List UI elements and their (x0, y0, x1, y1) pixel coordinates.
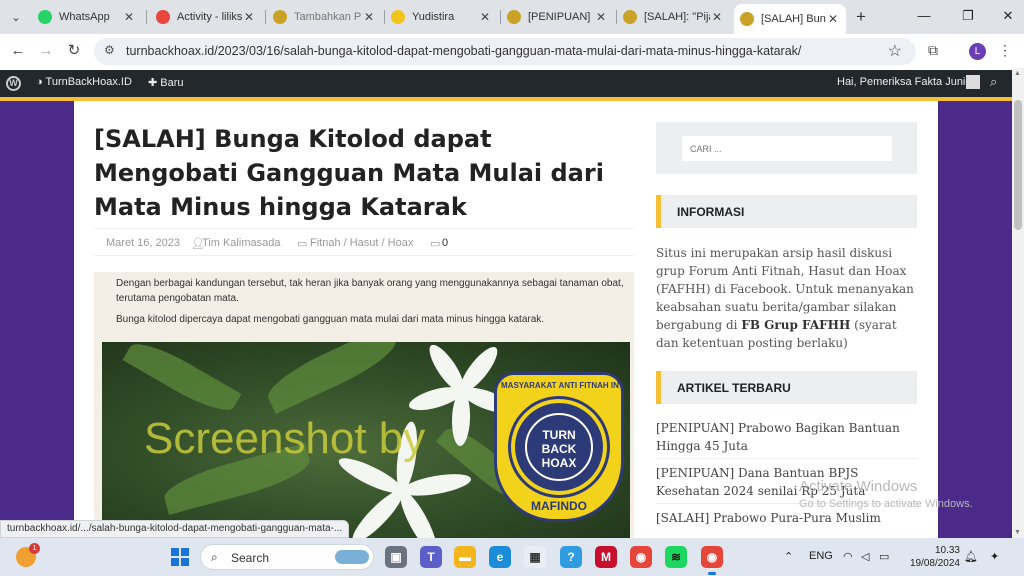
tab-salah-bunga-active[interactable]: [SALAH] Bung ✕ (734, 4, 846, 34)
tab-salah-pija[interactable]: [SALAH]: "Pija ✕ (617, 5, 730, 29)
notification-bell-icon[interactable]: 🔔︎ (964, 550, 978, 563)
post-date: Maret 16, 2023 (106, 237, 180, 249)
mafindo-favicon (507, 10, 521, 24)
windows-taskbar: 1 ⌕ Search ▣ T ▬ e ▦ ? M ◉ ≋ ◉ ⌃ ENG ◠ ◁… (0, 538, 1024, 576)
scroll-up-arrow[interactable]: ▲ (1014, 70, 1021, 77)
forward-button[interactable]: → (36, 41, 56, 61)
tab-activity[interactable]: Activity - liliks ✕ (150, 5, 262, 29)
post-author[interactable]: Tim Kalimasada (202, 237, 280, 249)
show-hidden-icons[interactable]: ⌃ (784, 550, 793, 563)
screenshot-watermark: Screenshot by (144, 414, 426, 463)
plus-icon: ✚ (148, 77, 161, 89)
tab-whatsapp[interactable]: WhatsApp ✕ (32, 5, 142, 29)
scrollbar-thumb[interactable] (1014, 100, 1022, 230)
article-title: [SALAH] Bunga Kitolod dapat Mengobati Ga… (94, 125, 604, 221)
comment-count[interactable]: 0 (442, 237, 448, 249)
widget-heading-recent: ARTIKEL TERBARU (656, 371, 917, 404)
whatsapp-icon (38, 10, 52, 24)
article-screenshot-image: Dengan berbagai kandungan tersebut, tak … (94, 272, 634, 538)
minimize-button[interactable]: — (909, 6, 939, 26)
extensions-icon[interactable]: ⧉ (928, 42, 938, 59)
address-bar-row: ← → ↻ ⚙ turnbackhoax.id/2023/03/16/salah… (0, 34, 1024, 68)
wp-admin-bar: W ◑ TurnBackHoax.ID ✚ Baru Hai, Pemeriks… (0, 70, 1012, 97)
post-category[interactable]: Fitnah / Hasut / Hoax (310, 237, 413, 249)
page-scrollbar[interactable]: ▲ ▼ (1012, 68, 1024, 538)
site-name-link[interactable]: ◑ TurnBackHoax.ID (36, 76, 132, 88)
close-tab-icon[interactable]: ✕ (122, 10, 136, 24)
omnibox[interactable]: ⚙ turnbackhoax.id/2023/03/16/salah-bunga… (94, 38, 916, 65)
status-bar-url: turnbackhoax.id/.../salah-bunga-kitolod-… (0, 520, 350, 538)
tab-yudistira[interactable]: Yudistira ✕ (385, 5, 498, 29)
mafindo-favicon (740, 12, 754, 26)
reload-button[interactable]: ↻ (64, 41, 84, 61)
new-tab-button[interactable]: + (852, 7, 870, 27)
sidebar-search (656, 122, 917, 174)
language-indicator[interactable]: ENG (809, 550, 833, 562)
close-tab-icon[interactable]: ✕ (362, 10, 376, 24)
mafindo-favicon (623, 10, 637, 24)
wifi-icon[interactable]: ◠ (843, 550, 853, 563)
recent-article-link[interactable]: [PENIPUAN] Prabowo Bagikan Bantuan Hingg… (656, 419, 918, 455)
teams-icon[interactable]: T (420, 546, 442, 568)
new-content-link[interactable]: ✚ Baru (148, 76, 184, 89)
taskbar-search[interactable]: ⌕ Search (200, 544, 374, 570)
chrome-icon[interactable]: ◉ (630, 546, 652, 568)
close-tab-icon[interactable]: ✕ (710, 10, 724, 24)
search-highlight-image (335, 550, 369, 564)
site-info-icon[interactable]: ⚙ (104, 43, 115, 57)
mafindo-badge-logo: MASYARAKAT ANTI FITNAH INDONESIA TURNBAC… (494, 372, 624, 522)
search-icon: ⌕ (211, 550, 218, 564)
kitolod-flower-photo: Screenshot by MASYARAKAT ANTI FITNAH IND… (102, 342, 630, 538)
bookmark-star-icon[interactable]: ☆ (888, 41, 902, 61)
mafindo-favicon (273, 10, 287, 24)
recent-article-link[interactable]: [SALAH] Prabowo Pura-Pura Muslim (656, 509, 918, 527)
tab-search-dropdown[interactable]: ⌄ (6, 7, 26, 27)
file-explorer-icon[interactable]: ▬ (454, 546, 476, 568)
profile-avatar[interactable]: L (969, 43, 986, 60)
weather-widget-icon[interactable]: 1 (16, 543, 40, 567)
folder-icon: ▭ (297, 238, 308, 250)
widget-heading-informasi: INFORMASI (656, 195, 917, 228)
close-window-button[interactable]: ✕ (993, 6, 1023, 26)
scroll-down-arrow[interactable]: ▼ (1014, 529, 1021, 536)
spotify-icon[interactable]: ≋ (665, 546, 687, 568)
comment-icon: ▭ (430, 238, 441, 250)
browser-menu-icon[interactable]: ⋮ (998, 42, 1012, 59)
search-input[interactable] (682, 136, 892, 161)
volume-icon[interactable]: ◁ (861, 550, 869, 563)
mcafee-icon[interactable]: M (595, 546, 617, 568)
close-tab-icon[interactable]: ✕ (242, 10, 256, 24)
close-tab-icon[interactable]: ✕ (826, 12, 840, 26)
article-meta: Maret 16, 2023 👤︎ Tim Kalimasada ▭ Fitna… (94, 228, 634, 256)
fb-group-link[interactable]: FB Grup FAFHH (741, 318, 850, 332)
tab-tambahkan[interactable]: Tambahkan P ✕ (267, 5, 382, 29)
user-avatar[interactable] (966, 75, 980, 89)
system-clock[interactable]: 10.33 19/08/2024 (904, 544, 960, 570)
tab-penipuan[interactable]: [PENIPUAN] P ✕ (501, 5, 614, 29)
figure-caption-text: Dengan berbagai kandungan tersebut, tak … (116, 278, 624, 325)
close-tab-icon[interactable]: ✕ (594, 10, 608, 24)
url-text[interactable]: turnbackhoax.id/2023/03/16/salah-bunga-k… (126, 44, 801, 58)
edge-icon[interactable]: e (489, 546, 511, 568)
restore-button[interactable]: ❐ (953, 6, 983, 26)
battery-icon[interactable]: ▭ (879, 550, 889, 563)
activate-windows-watermark: Activate Windows Go to Settings to activ… (799, 478, 973, 510)
search-icon[interactable]: ⌕ (990, 74, 997, 90)
slack-icon (156, 10, 170, 24)
chrome-profile-icon[interactable]: ◉ (701, 546, 723, 575)
yudistira-icon (391, 10, 405, 24)
user-greeting[interactable]: Hai, Pemeriksa Fakta Junior (837, 76, 975, 88)
windows-start-icon[interactable] (171, 548, 189, 566)
dashboard-icon: ◑ (36, 76, 46, 88)
copilot-icon[interactable]: ✦ (990, 550, 999, 563)
close-tab-icon[interactable]: ✕ (478, 10, 492, 24)
info-text: Situs ini merupakan arsip hasil diskusi … (656, 246, 914, 350)
store-icon[interactable]: ▦ (524, 546, 546, 568)
back-button[interactable]: ← (8, 41, 28, 61)
browser-tab-strip: ⌄ WhatsApp ✕ Activity - liliks ✕ Tambahk… (0, 0, 1024, 34)
photos-icon[interactable]: ? (560, 546, 582, 568)
task-view-icon[interactable]: ▣ (385, 546, 407, 568)
wordpress-icon[interactable]: W (6, 76, 21, 91)
